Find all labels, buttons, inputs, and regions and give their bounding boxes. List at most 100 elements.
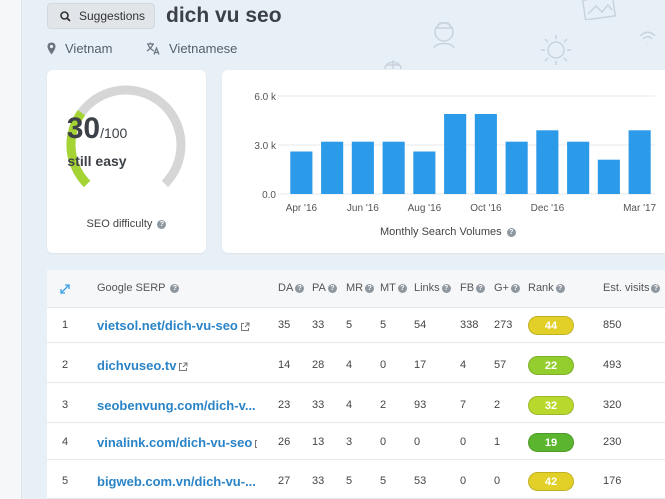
suggestions-label: Suggestions [79, 9, 146, 23]
row-number: 1 [62, 319, 69, 331]
row-number: 4 [62, 436, 69, 448]
da-value: 27 [278, 475, 291, 487]
bar-0[interactable] [290, 151, 313, 195]
language-selector[interactable]: Vietnamese [146, 41, 237, 56]
rank-badge: 19 [528, 433, 574, 452]
bar-6[interactable] [474, 114, 497, 194]
bar-10[interactable] [597, 159, 620, 194]
expand-icon[interactable] [60, 284, 70, 294]
y-tick-label: 3.0 k [254, 141, 277, 152]
location-selector[interactable]: Vietnam [47, 41, 112, 56]
pa-value: 33 [312, 475, 325, 487]
gplus-value: 1 [494, 436, 501, 448]
result-link[interactable]: vietsol.net/dich-vu-seo [97, 318, 250, 333]
bar-8[interactable] [536, 130, 559, 194]
avatar-doodle-icon [433, 22, 455, 49]
globe-doodle-icon [384, 60, 402, 70]
gplus-value: 273 [494, 319, 513, 331]
bar-5[interactable] [444, 114, 467, 194]
external-link-icon[interactable] [240, 322, 250, 332]
gplus-value: 2 [494, 399, 501, 411]
help-icon[interactable]: ? [397, 283, 407, 293]
help-icon[interactable]: ? [651, 283, 661, 293]
map-pin-icon [47, 42, 56, 55]
rank-badge: 32 [528, 396, 574, 415]
visits-value: 493 [603, 359, 622, 371]
y-tick-label: 0.0 [262, 190, 276, 201]
suggestions-button[interactable]: Suggestions [47, 3, 155, 29]
search-icon [60, 10, 71, 22]
col-pa[interactable]: PA? [312, 282, 337, 294]
row-number: 3 [62, 399, 69, 411]
visits-value: 176 [603, 475, 622, 487]
col-gplus[interactable]: G+? [494, 282, 520, 294]
picture-doodle-icon [582, 0, 616, 20]
mr-value: 5 [346, 475, 353, 487]
result-link[interactable]: dichvuseo.tv [97, 358, 188, 373]
col-mr[interactable]: MR? [346, 282, 375, 294]
result-link[interactable]: seobenvung.com/dich-v... [97, 398, 256, 413]
seo-difficulty-caption-text: SEO difficulty [86, 218, 153, 230]
help-icon[interactable]: ? [170, 283, 180, 293]
col-google-serp[interactable]: Google SERP ? [97, 282, 180, 294]
help-icon[interactable]: ? [157, 219, 167, 229]
help-icon[interactable]: ? [327, 283, 337, 293]
help-icon[interactable]: ? [441, 283, 451, 293]
col-fb[interactable]: FB? [460, 282, 486, 294]
bar-7[interactable] [505, 141, 528, 194]
links-value: 53 [414, 475, 427, 487]
table-row: 5 bigweb.com.vn/dich-vu-... 27 33 5 5 53… [47, 465, 665, 499]
table-row: 3 seobenvung.com/dich-v... 23 33 4 2 93 … [47, 389, 665, 423]
help-icon[interactable]: ? [476, 283, 486, 293]
pa-value: 33 [312, 399, 325, 411]
visits-value: 230 [603, 436, 622, 448]
bar-9[interactable] [567, 141, 590, 194]
fb-value: 7 [460, 399, 467, 411]
bar-3[interactable] [382, 141, 405, 194]
pa-value: 33 [312, 319, 325, 331]
x-tick-label: Apr '16 [286, 203, 318, 214]
row-number: 5 [62, 475, 69, 487]
x-tick-label: Oct '16 [470, 203, 502, 214]
da-value: 35 [278, 319, 291, 331]
mr-value: 4 [346, 359, 353, 371]
help-icon[interactable]: ? [295, 283, 305, 293]
external-link-icon[interactable] [178, 362, 188, 372]
table-row: 4 vinalink.com/dich-vu-seo 26 13 3 0 0 0… [47, 426, 665, 460]
result-link[interactable]: vinalink.com/dich-vu-seo [97, 435, 257, 450]
result-link[interactable]: bigweb.com.vn/dich-vu-... [97, 474, 256, 489]
links-value: 0 [414, 436, 421, 448]
da-value: 23 [278, 399, 291, 411]
col-mt[interactable]: MT? [380, 282, 407, 294]
mt-value: 0 [380, 436, 387, 448]
external-link-icon[interactable] [254, 439, 257, 449]
col-links[interactable]: Links? [414, 282, 451, 294]
bar-11[interactable] [628, 130, 651, 194]
bar-2[interactable] [351, 141, 374, 194]
bar-4[interactable] [413, 151, 436, 195]
pa-value: 13 [312, 436, 325, 448]
da-value: 26 [278, 436, 291, 448]
gplus-value: 57 [494, 359, 507, 371]
col-da[interactable]: DA? [278, 282, 305, 294]
mr-value: 5 [346, 319, 353, 331]
col-rank[interactable]: Rank? [528, 282, 565, 294]
mt-value: 0 [380, 359, 387, 371]
table-row: 2 dichvuseo.tv 14 28 4 0 17 4 57 22 493 [47, 349, 665, 383]
mt-value: 2 [380, 399, 387, 411]
bar-1[interactable] [321, 141, 344, 194]
links-value: 93 [414, 399, 427, 411]
col-est-visits[interactable]: Est. visits? [603, 282, 661, 294]
wifi-doodle-icon [639, 31, 656, 44]
serp-table: Google SERP ? DA? PA? MR? MT? Links? FB?… [47, 270, 665, 499]
help-icon[interactable]: ? [365, 283, 375, 293]
sun-doodle-icon [541, 35, 571, 65]
help-icon[interactable]: ? [506, 227, 516, 237]
help-icon[interactable]: ? [510, 283, 520, 293]
keyword-title: dich vu seo [166, 4, 282, 27]
help-icon[interactable]: ? [555, 283, 565, 293]
fb-value: 4 [460, 359, 467, 371]
seo-score: 30/100 [47, 112, 147, 146]
search-volume-chart: 0.0 3.0 k 6.0 k Apr '16 Jun '16 Aug '16 Oct '1… [254, 92, 656, 214]
rank-badge: 22 [528, 356, 574, 375]
